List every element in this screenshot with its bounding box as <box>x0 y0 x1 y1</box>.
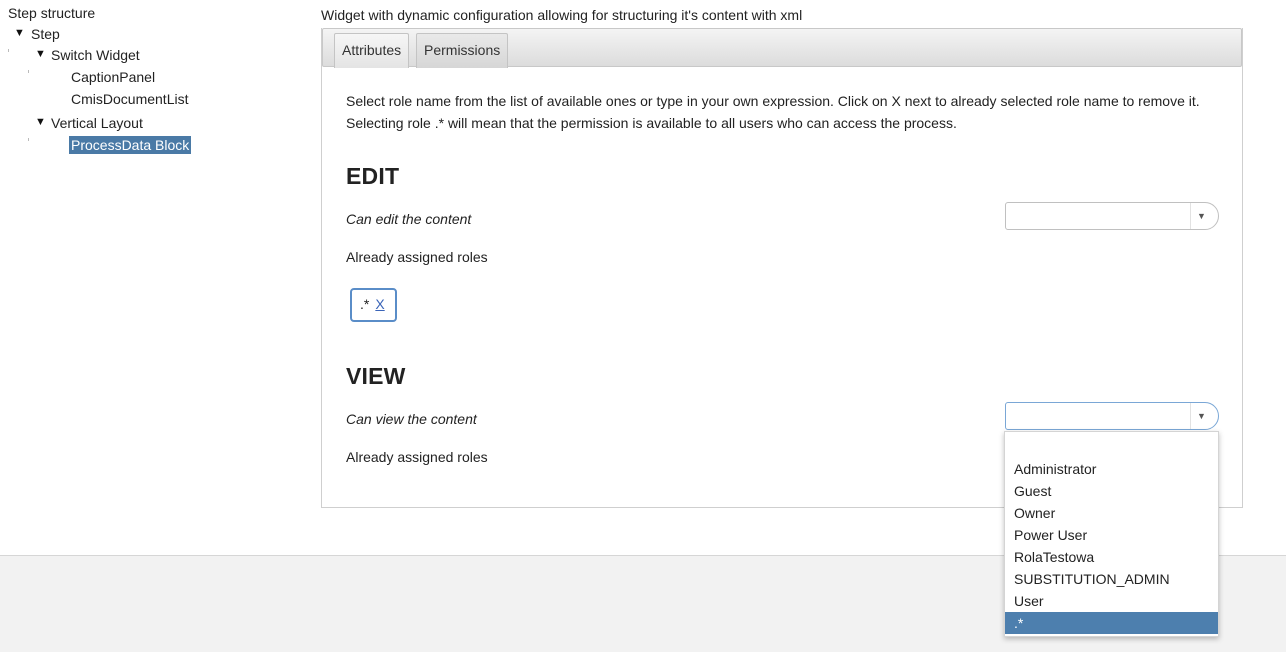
expand-triangle-icon[interactable]: ▼ <box>35 113 46 131</box>
tab-bar: Attributes Permissions <box>322 28 1242 68</box>
assigned-role-name: .* <box>360 296 370 312</box>
tab-permissions[interactable]: Permissions <box>416 33 509 68</box>
view-assigned-label: Already assigned roles <box>346 449 488 465</box>
remove-role-link[interactable]: X <box>375 296 384 312</box>
dropdown-option[interactable]: User <box>1005 590 1218 612</box>
chevron-down-icon[interactable]: ▼ <box>1190 203 1212 229</box>
tree-guide-dot <box>8 49 9 52</box>
assigned-role-chip: .* X <box>350 288 397 322</box>
expand-triangle-icon[interactable]: ▼ <box>35 45 46 63</box>
permissions-intro: Select role name from the list of availa… <box>346 93 1200 131</box>
tree-guide-dot <box>28 138 29 141</box>
tree-node-vertical-layout[interactable]: Vertical Layout <box>51 114 143 132</box>
dropdown-option-empty[interactable] <box>1005 436 1218 458</box>
dropdown-option-highlighted[interactable]: .* <box>1005 612 1218 634</box>
view-role-select[interactable]: ▼ <box>1005 402 1219 430</box>
edit-label: Can edit the content <box>346 211 472 227</box>
dropdown-option[interactable]: SUBSTITUTION_ADMIN <box>1005 568 1218 590</box>
chevron-down-icon[interactable]: ▼ <box>1190 403 1212 429</box>
expand-triangle-icon[interactable]: ▼ <box>14 24 25 42</box>
tree-node-switch-widget[interactable]: Switch Widget <box>51 46 140 64</box>
view-role-dropdown-list[interactable]: Administrator Guest Owner Power User Rol… <box>1004 431 1219 637</box>
dropdown-option[interactable]: Owner <box>1005 502 1218 524</box>
tree-node-caption-panel[interactable]: CaptionPanel <box>71 68 155 86</box>
tree-node-step[interactable]: Step <box>31 25 60 43</box>
tree-guide-dot <box>28 70 29 73</box>
tree-node-process-data-block[interactable]: ProcessData Block <box>69 136 192 154</box>
widget-description: Widget with dynamic configuration allowi… <box>321 7 803 23</box>
tree-node-cmis-document-list[interactable]: CmisDocumentList <box>71 90 188 108</box>
edit-heading: EDIT <box>346 163 400 189</box>
view-label: Can view the content <box>346 411 477 427</box>
edit-role-select[interactable]: ▼ <box>1005 202 1219 230</box>
view-heading: VIEW <box>346 363 406 389</box>
dropdown-option[interactable]: Administrator <box>1005 458 1218 480</box>
step-structure-tree: Step structure ▼ Step ▼ Switch Widget Ca… <box>0 0 300 200</box>
edit-assigned-label: Already assigned roles <box>346 249 488 265</box>
tab-attributes[interactable]: Attributes <box>334 33 410 68</box>
dropdown-option[interactable]: Power User <box>1005 524 1218 546</box>
dropdown-option[interactable]: RolaTestowa <box>1005 546 1218 568</box>
dropdown-option[interactable]: Guest <box>1005 480 1218 502</box>
tree-title: Step structure <box>8 5 96 21</box>
